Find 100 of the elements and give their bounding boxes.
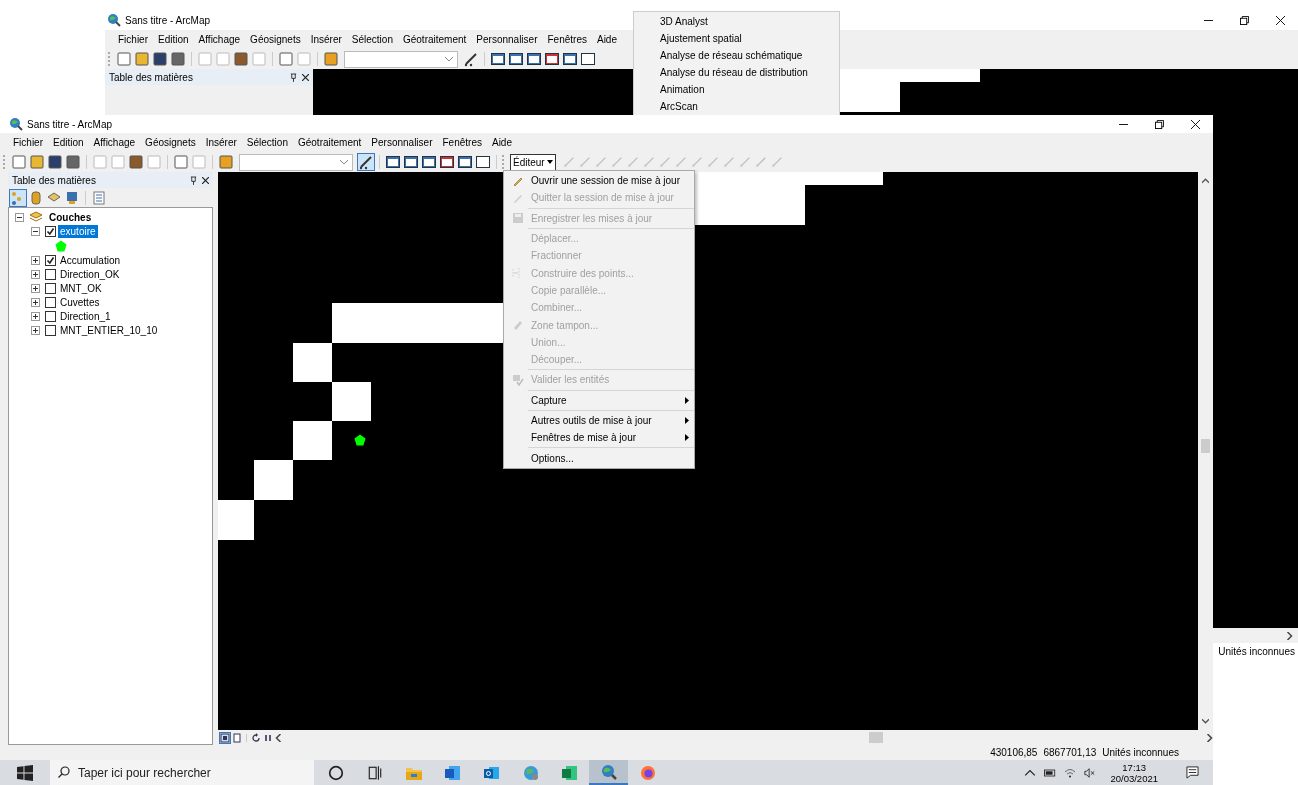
menu-item[interactable]: Fenêtres de mise à jour	[504, 429, 694, 447]
menu-item[interactable]: Géosignets	[140, 137, 201, 148]
menu-item[interactable]: 3D Analyst	[634, 13, 839, 30]
data-view-icon[interactable]	[220, 732, 230, 743]
expander-icon[interactable]	[31, 283, 40, 293]
layout-view-icon[interactable]	[232, 732, 242, 743]
map-view[interactable]	[218, 172, 1198, 730]
menu-item[interactable]: Ajustement spatial	[634, 30, 839, 47]
menu-item[interactable]: Sélection	[346, 34, 398, 45]
chevron-up-icon[interactable]	[1024, 767, 1037, 778]
window-icon[interactable]	[457, 154, 473, 170]
pentagon-point-icon	[354, 434, 366, 446]
layer-checkbox[interactable]	[45, 254, 56, 266]
scrollbar-thumb[interactable]	[869, 732, 883, 743]
expander-icon[interactable]	[31, 311, 40, 321]
window-icon[interactable]	[562, 51, 578, 67]
layer-label[interactable]: Direction_OK	[58, 267, 122, 281]
layers-icon	[29, 211, 43, 223]
submenu-arrow-icon	[685, 417, 689, 424]
submenu-arrow-icon	[685, 396, 689, 404]
close-icon[interactable]	[302, 73, 309, 81]
menu-item[interactable]: Insérer	[200, 137, 242, 148]
speaker-muted-icon[interactable]	[1084, 767, 1097, 778]
restore-icon	[1239, 15, 1249, 25]
menu-item[interactable]: Ouvrir une session de mise à jour	[504, 172, 694, 190]
menu-item[interactable]: Edition	[48, 137, 89, 148]
menu-item[interactable]: ArcScan	[634, 98, 839, 115]
layer-label[interactable]: exutoire	[58, 224, 98, 238]
window-title: Sans titre - ArcMap	[125, 14, 211, 26]
menu-item[interactable]: Personnaliser	[366, 137, 438, 148]
scale-field[interactable]	[239, 153, 353, 171]
panel-title: Table des matières	[109, 71, 193, 83]
clock[interactable]: 17:13 20/03/2021	[1110, 760, 1158, 785]
x-coordinate: 430106,85	[990, 747, 1038, 758]
globe-icon	[522, 764, 539, 781]
menu-item[interactable]: Fichier	[113, 34, 153, 45]
globe-app-icon	[9, 117, 23, 131]
layer-checkbox[interactable]	[45, 310, 56, 322]
menu-item[interactable]: Géotraitement	[397, 34, 472, 45]
clock-date: 20/03/2021	[1110, 772, 1158, 784]
layer-label[interactable]: Cuvettes	[58, 295, 102, 309]
menu-item[interactable]: Fenêtres	[542, 34, 592, 45]
globe-magnifier-icon	[600, 763, 617, 780]
edit-tool-icon[interactable]	[358, 154, 374, 170]
eraser-icon	[511, 319, 524, 331]
menu-item[interactable]: Animation	[634, 81, 839, 98]
layer-label[interactable]: Direction_1	[58, 309, 113, 323]
pause-icon[interactable]	[263, 732, 273, 743]
caret-icon	[546, 160, 553, 164]
layer-checkbox[interactable]	[45, 225, 56, 237]
panel-title: Table des matières	[12, 174, 96, 186]
map-app-button[interactable]	[589, 760, 628, 785]
expander-icon[interactable]	[31, 297, 40, 307]
expander-icon[interactable]	[31, 269, 40, 279]
menu-item[interactable]: Affichage	[193, 34, 246, 45]
layer-checkbox[interactable]	[45, 324, 56, 336]
menu-item[interactable]: Analyse du réseau de distribution	[634, 64, 839, 81]
search-field[interactable]: Taper ici pour rechercher	[50, 760, 314, 785]
cylinder-icon[interactable]	[28, 189, 44, 206]
units-label: Unités inconnues	[1102, 747, 1179, 758]
layer-label[interactable]: MNT_OK	[58, 281, 104, 295]
layer-label[interactable]: MNT_ENTIER_10_10	[58, 323, 160, 337]
layer-label[interactable]: Accumulation	[58, 253, 123, 267]
browser-icon	[639, 764, 656, 781]
layer-checkbox[interactable]	[45, 282, 56, 294]
layer-checkbox[interactable]	[45, 268, 56, 280]
scale-field[interactable]	[344, 50, 458, 68]
menu-item[interactable]: Sélection	[241, 137, 293, 148]
expander-icon[interactable]	[31, 325, 40, 335]
pin-icon[interactable]	[190, 175, 197, 185]
menu-item[interactable]: Géotraitement	[292, 137, 367, 148]
expander-icon[interactable]	[15, 212, 24, 222]
refresh-icon[interactable]	[251, 732, 261, 743]
notification-icon[interactable]	[1186, 766, 1199, 779]
menu-item[interactable]: Aide	[591, 34, 622, 45]
spreadsheet-app-icon	[561, 764, 578, 781]
menu-item[interactable]: Affichage	[88, 137, 141, 148]
windows-logo-icon	[17, 764, 33, 781]
close-icon	[1190, 119, 1200, 129]
close-icon[interactable]	[202, 176, 209, 184]
expander-icon[interactable]	[31, 255, 40, 265]
menu-item[interactable]: Fenêtres	[437, 137, 487, 148]
pin-icon[interactable]	[290, 72, 297, 82]
menu-item[interactable]: Fichier	[8, 137, 48, 148]
battery-icon[interactable]	[1044, 767, 1057, 778]
document-app-icon	[444, 764, 461, 781]
search-icon	[58, 766, 70, 778]
wifi-icon[interactable]	[1064, 767, 1077, 778]
menu-item[interactable]: Analyse de réseau schématique	[634, 47, 839, 64]
layer-checkbox[interactable]	[45, 296, 56, 308]
editor-menu-button[interactable]: Éditeur	[510, 153, 556, 171]
edit-tool-icon[interactable]	[463, 51, 479, 67]
layer-group-label[interactable]: Couches	[47, 210, 94, 224]
menu-item[interactable]: Aide	[486, 137, 517, 148]
scrollbar-thumb[interactable]	[1201, 439, 1210, 453]
menu-item[interactable]: Personnaliser	[471, 34, 543, 45]
menu-item[interactable]: Insérer	[305, 34, 347, 45]
menu-item[interactable]: Géosignets	[245, 34, 306, 45]
expander-icon[interactable]	[31, 226, 40, 236]
menu-item[interactable]: Edition	[153, 34, 194, 45]
